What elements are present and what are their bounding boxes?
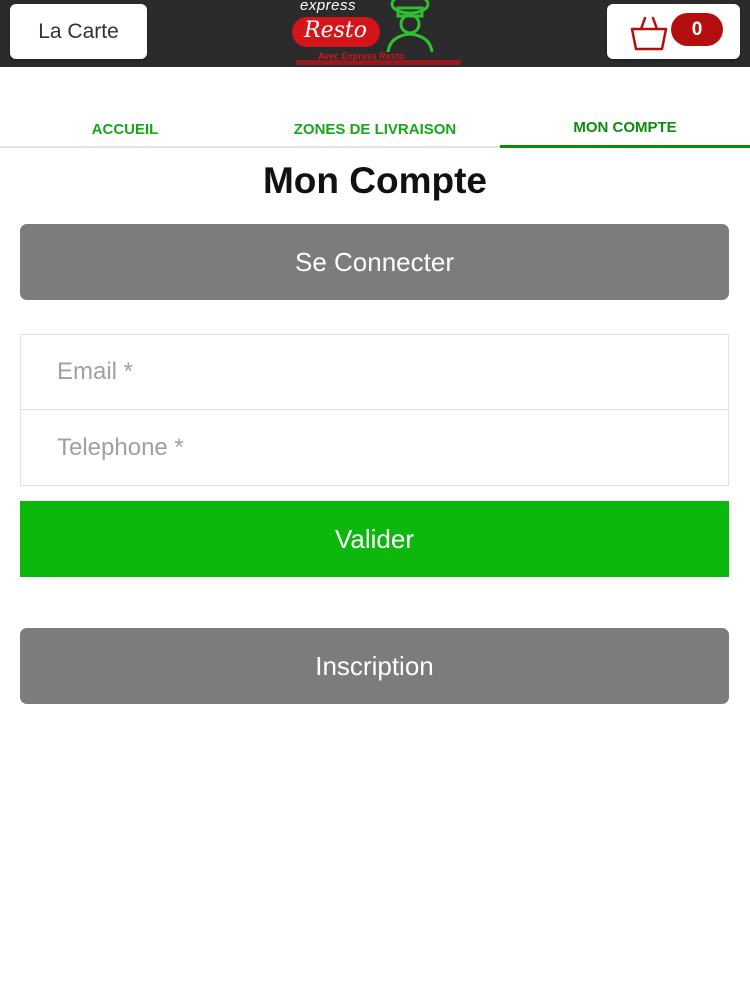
inscription-label: Inscription	[315, 650, 434, 681]
inscription-button[interactable]: Inscription	[20, 628, 729, 704]
express-resto-logo[interactable]: express Resto Avec Express Resto	[282, 0, 468, 67]
cart-count-badge: 0	[671, 13, 723, 46]
se-connecter-button[interactable]: Se Connecter	[20, 224, 729, 300]
tab-accueil[interactable]: ACCUEIL	[0, 110, 250, 148]
logo-resto-text: Resto	[304, 18, 367, 43]
valider-label: Valider	[334, 523, 414, 554]
telephone-input[interactable]	[21, 410, 728, 485]
shopping-basket-icon	[630, 16, 668, 51]
main-tabs: ACCUEIL ZONES DE LIVRAISON MON COMPTE	[0, 110, 750, 148]
chef-icon	[386, 0, 434, 52]
page-title: Mon Compte	[262, 160, 488, 201]
la-carte-button[interactable]: La Carte	[10, 4, 147, 59]
login-form	[20, 334, 729, 486]
tab-zones-de-livraison[interactable]: ZONES DE LIVRAISON	[250, 110, 500, 148]
logo-tagline-line	[296, 60, 461, 65]
email-input[interactable]	[21, 335, 728, 410]
top-bar: La Carte express Resto Avec Express Rest…	[0, 0, 750, 67]
logo-express-text: express	[300, 0, 357, 14]
la-carte-label: La Carte	[38, 19, 119, 43]
tab-mon-compte[interactable]: MON COMPTE	[500, 110, 750, 148]
se-connecter-label: Se Connecter	[295, 246, 454, 277]
cart-button[interactable]: 0	[607, 4, 740, 59]
valider-button[interactable]: Valider	[20, 501, 729, 577]
